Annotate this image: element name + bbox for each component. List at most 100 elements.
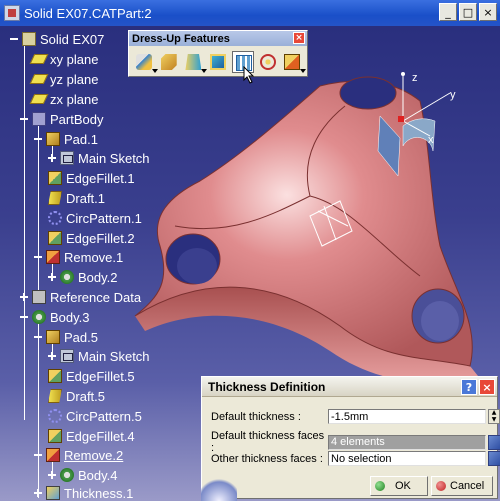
tree-item-main-sketch-5[interactable]: Main Sketch <box>48 347 150 365</box>
default-faces-field[interactable]: 4 elements <box>328 434 486 450</box>
toolbar-header[interactable]: Dress-Up Features × <box>129 31 307 46</box>
tree-item-remove-2[interactable]: Remove.2 <box>34 446 123 464</box>
collapse-icon[interactable] <box>34 253 42 261</box>
other-faces-row: Other thickness faces : No selection <box>211 451 500 466</box>
tree-item-edgefillet-5[interactable]: EdgeFillet.5 <box>48 367 135 385</box>
mouse-cursor-icon <box>243 66 255 84</box>
collapse-icon[interactable] <box>34 333 42 341</box>
minimize-button[interactable]: _ <box>439 3 457 21</box>
tree-item-partbody[interactable]: PartBody <box>20 110 103 128</box>
help-button[interactable]: ? <box>461 379 477 395</box>
expand-icon[interactable] <box>48 154 56 162</box>
tree-item-main-sketch-1[interactable]: Main Sketch <box>48 149 150 167</box>
fillet-icon <box>136 54 152 70</box>
collapse-icon[interactable] <box>20 313 28 321</box>
tree-item-edgefillet-1[interactable]: EdgeFillet.1 <box>48 169 135 187</box>
cancel-icon <box>436 481 446 491</box>
tree-item-yz-plane[interactable]: yz plane <box>29 70 98 88</box>
edge-fillet-icon <box>48 171 62 185</box>
ok-label: OK <box>395 480 411 492</box>
tree-item-circpattern-1[interactable]: CircPattern.1 <box>48 209 142 227</box>
edge-fillet-icon <box>48 429 62 443</box>
expand-icon[interactable] <box>48 273 56 281</box>
axis-z-label: z <box>412 72 418 84</box>
thread-button[interactable] <box>257 51 279 73</box>
expand-icon[interactable] <box>48 471 56 479</box>
window-title: Solid EX07.CATPart:2 <box>24 5 152 21</box>
shell-button[interactable] <box>207 51 229 73</box>
ok-button[interactable]: OK <box>370 476 428 496</box>
other-faces-field[interactable]: No selection <box>328 451 486 466</box>
sketch-icon <box>60 151 74 165</box>
tree-item-label: EdgeFillet.2 <box>66 230 135 246</box>
tree-item-edgefillet-4[interactable]: EdgeFillet.4 <box>48 427 135 445</box>
thickness-definition-dialog[interactable]: Thickness Definition ? × Default thickne… <box>201 376 500 499</box>
specification-tree[interactable]: Solid EX07 xy plane yz plane zx plane Pa… <box>0 26 200 501</box>
plane-icon <box>29 74 49 84</box>
default-faces-picker-icon[interactable] <box>488 434 500 450</box>
chamfer-button[interactable] <box>158 51 180 73</box>
tree-item-body-3[interactable]: Body.3 <box>20 308 90 326</box>
tree-item-label: Solid EX07 <box>40 31 105 47</box>
close-button[interactable]: × <box>479 3 497 21</box>
body-gear-icon <box>32 310 46 324</box>
body-gear-icon <box>60 468 74 482</box>
view-compass-icon[interactable] <box>201 475 237 501</box>
collapse-icon[interactable] <box>10 35 18 43</box>
dialog-title: Thickness Definition <box>208 379 326 394</box>
dress-up-features-toolbar[interactable]: Dress-Up Features × <box>128 30 308 77</box>
thread-icon <box>259 54 276 70</box>
tree-item-xy-plane[interactable]: xy plane <box>29 50 99 68</box>
spin-down-icon[interactable]: ▼ <box>489 416 499 424</box>
tree-item-pad-5[interactable]: Pad.5 <box>34 328 98 346</box>
dialog-button-row: OK Cancel <box>202 476 497 498</box>
hole-right-inner <box>421 301 459 341</box>
tree-item-edgefillet-2[interactable]: EdgeFillet.2 <box>48 229 135 247</box>
tree-item-body-4[interactable]: Body.4 <box>48 466 118 484</box>
remove-face-icon <box>284 54 301 70</box>
other-faces-picker-icon[interactable] <box>488 451 500 466</box>
dropdown-arrow-icon[interactable] <box>299 69 306 73</box>
tree-item-label: xy plane <box>50 51 99 67</box>
tree-item-remove-1[interactable]: Remove.1 <box>34 248 123 266</box>
tree-item-label: Remove.2 <box>64 447 124 463</box>
tree-item-zx-plane[interactable]: zx plane <box>29 90 98 108</box>
tree-item-pad-1[interactable]: Pad.1 <box>34 130 98 148</box>
maximize-button[interactable]: □ <box>459 3 477 21</box>
collapse-icon[interactable] <box>34 135 42 143</box>
tree-item-label: Body.2 <box>78 269 118 285</box>
toolbar-close-button[interactable]: × <box>293 32 305 44</box>
expand-icon[interactable] <box>20 293 28 301</box>
tree-item-thickness-1[interactable]: Thickness.1 <box>34 484 133 501</box>
tree-item-root[interactable]: Solid EX07 <box>10 30 104 48</box>
tree-item-label: Reference Data <box>50 289 142 305</box>
body-gear-icon <box>60 270 74 284</box>
tree-item-label: Main Sketch <box>78 348 150 364</box>
dialog-close-button[interactable]: × <box>479 379 495 395</box>
shell-icon <box>210 54 227 70</box>
tree-item-label: EdgeFillet.1 <box>66 170 135 186</box>
draft-button[interactable] <box>182 51 208 73</box>
expand-icon[interactable] <box>34 489 42 497</box>
pad-icon <box>46 132 60 146</box>
dialog-header[interactable]: Thickness Definition ? × <box>202 377 497 397</box>
collapse-icon[interactable] <box>34 451 42 459</box>
remove-face-button[interactable] <box>281 51 306 73</box>
ok-icon <box>375 481 385 491</box>
thickness-spinner[interactable]: ▲ ▼ <box>488 409 500 424</box>
window-titlebar[interactable]: Solid EX07.CATPart:2 _ □ × <box>0 0 500 26</box>
tree-item-circpattern-5[interactable]: CircPattern.5 <box>48 407 142 425</box>
cancel-button[interactable]: Cancel <box>431 476 493 496</box>
part-icon <box>22 32 36 46</box>
collapse-icon[interactable] <box>20 115 28 123</box>
default-thickness-input[interactable]: -1.5mm <box>328 409 486 424</box>
expand-icon[interactable] <box>48 352 56 360</box>
fillet-button[interactable] <box>133 51 158 73</box>
tree-item-draft-1[interactable]: Draft.1 <box>48 189 105 207</box>
tree-item-body-2[interactable]: Body.2 <box>48 268 118 286</box>
tree-item-label: CircPattern.5 <box>66 408 142 424</box>
tree-item-reference-data[interactable]: Reference Data <box>20 288 141 306</box>
thickness-icon <box>46 486 60 500</box>
remove-icon <box>46 250 60 264</box>
tree-item-draft-5[interactable]: Draft.5 <box>48 387 105 405</box>
